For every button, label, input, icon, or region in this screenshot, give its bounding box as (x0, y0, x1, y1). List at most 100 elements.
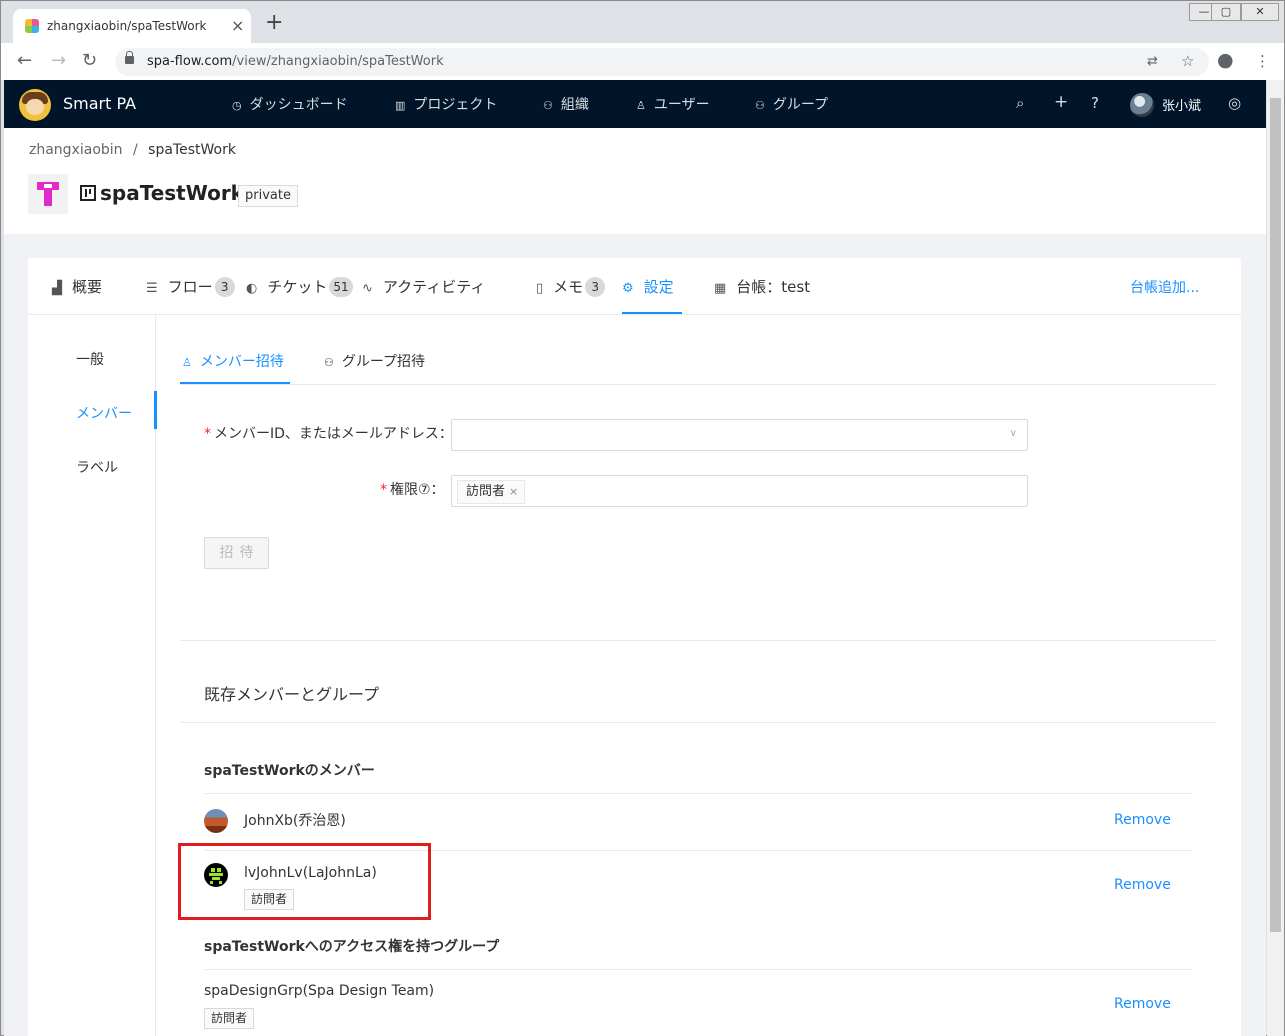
user-icon: ♙ (182, 356, 192, 369)
subtab-invite-member[interactable]: ♙ メンバー招待 (182, 351, 284, 371)
remove-group-button[interactable]: Remove (1114, 996, 1171, 1012)
reload-icon[interactable]: ↻ (82, 51, 97, 71)
permission-label: * 権限⑦： (380, 482, 445, 498)
url-path: /view/zhangxiaobin/spaTestWork (232, 54, 444, 69)
nav-users-label: ユーザー (653, 97, 710, 113)
subtab-invite-member-label: メンバー招待 (199, 354, 284, 370)
gear-icon: ⚙ (622, 281, 634, 296)
profile-icon[interactable]: ● (1217, 51, 1234, 70)
group-icon: ⚇ (755, 99, 765, 112)
permission-select[interactable]: 訪問者 × (451, 475, 1028, 507)
tab-tickets[interactable]: ◐ チケット 51 (246, 276, 353, 297)
remove-chip-icon[interactable]: × (509, 485, 518, 498)
permission-label-text: 権限⑦： (390, 482, 445, 498)
browser-menu-icon[interactable]: ⋮ (1255, 52, 1270, 70)
lock-icon (125, 51, 134, 64)
current-username[interactable]: 张小斌 (1162, 95, 1201, 114)
page-scrollbar[interactable] (1267, 80, 1284, 1036)
chart-icon: ▟ (52, 281, 62, 296)
forward-arrow-icon[interactable]: → (51, 51, 66, 71)
tab-activity-label: アクティビティ (382, 278, 486, 296)
help-icon[interactable]: ? (1091, 94, 1099, 112)
groups-list-title: spaTestWorkへのアクセス権を持つグループ (204, 939, 500, 955)
brand-name[interactable]: Smart PA (63, 94, 136, 113)
project-title: spaTestWork (80, 181, 244, 205)
nav-groups-label: グループ (772, 97, 829, 113)
tab-memo[interactable]: ▯ メモ 3 (536, 276, 606, 297)
member-id-select[interactable]: ∨ (451, 419, 1028, 451)
group-icon: ⚇ (324, 356, 334, 369)
permission-chip: 訪問者 × (457, 480, 526, 504)
add-ledger-link[interactable]: 台帳追加... (1130, 277, 1199, 297)
subtab-invite-group[interactable]: ⚇ グループ招待 (324, 351, 425, 371)
row-divider (204, 969, 1192, 970)
tab-overview[interactable]: ▟ 概要 (52, 276, 102, 297)
tab-tickets-label: チケット (267, 278, 328, 296)
subtab-invite-group-label: グループ招待 (341, 354, 426, 370)
active-tab-indicator (622, 312, 682, 314)
address-bar[interactable]: spa-flow.com/view/zhangxiaobin/spaTestWo… (115, 48, 1209, 76)
user-avatar[interactable] (1130, 93, 1154, 117)
member-avatar (204, 809, 228, 833)
permission-chip-label: 訪問者 (466, 484, 506, 499)
browser-tab[interactable]: zhangxiaobin/spaTestWork × (13, 9, 251, 43)
tab-settings-label: 設定 (643, 278, 674, 296)
page-header: zhangxiaobin / spaTestWork spaTestWork p… (4, 128, 1266, 234)
member-id-label: * メンバーID、またはメールアドレス： (204, 426, 453, 442)
maximize-window-icon[interactable]: ▢ (1211, 3, 1241, 21)
breadcrumb-owner[interactable]: zhangxiaobin (29, 142, 123, 158)
nav-organizations[interactable]: ⚇ 組織 (543, 94, 589, 114)
nav-users[interactable]: ♙ ユーザー (636, 94, 710, 114)
flow-icon: ☰ (146, 281, 158, 296)
settings-menu-labels[interactable]: ラベル (76, 457, 118, 477)
invite-button[interactable]: 招待 (204, 537, 269, 569)
visibility-badge: private (238, 185, 298, 207)
nav-projects[interactable]: ▥ プロジェクト (395, 94, 497, 114)
active-subtab-indicator (180, 382, 290, 384)
address-url: spa-flow.com/view/zhangxiaobin/spaTestWo… (147, 54, 444, 69)
remove-member-button[interactable]: Remove (1114, 812, 1171, 828)
memo-icon: ▯ (536, 281, 544, 296)
members-settings: ♙ メンバー招待 ⚇ グループ招待 * メンバーID、またはメールアドレス： ∨ * 権… (180, 315, 1216, 1036)
nav-dashboard[interactable]: ◷ ダッシュボード (232, 94, 348, 114)
site-favicon-icon (25, 19, 39, 33)
project-icon: ▥ (395, 99, 406, 112)
close-window-icon[interactable]: ✕ (1241, 3, 1279, 21)
project-avatar (28, 174, 68, 214)
group-name: spaDesignGrp(Spa Design Team) (204, 983, 435, 999)
remove-member-button[interactable]: Remove (1114, 877, 1171, 893)
breadcrumb-project[interactable]: spaTestWork (148, 142, 236, 158)
tab-settings[interactable]: ⚙ 設定 (622, 276, 674, 297)
member-id-label-text: メンバーID、またはメールアドレス： (214, 426, 453, 442)
settings-menu-active-indicator (154, 391, 157, 429)
member-name: JohnXb(乔治恩) (244, 813, 346, 829)
existing-members-title: 既存メンバーとグループ (204, 685, 380, 704)
scrollbar-thumb[interactable] (1270, 98, 1281, 932)
language-globe-icon[interactable]: ◎ (1228, 94, 1241, 112)
tab-activity[interactable]: ∿ アクティビティ (362, 276, 485, 297)
project-name: spaTestWork (100, 181, 244, 205)
tab-flow[interactable]: ☰ フロー 3 (146, 276, 235, 297)
dashboard-icon: ◷ (232, 99, 242, 112)
activity-icon: ∿ (362, 281, 373, 296)
ticket-icon: ◐ (246, 281, 258, 296)
nav-groups[interactable]: ⚇ グループ (755, 94, 828, 114)
organization-icon: ⚇ (543, 99, 553, 112)
invite-subtabs: ♙ メンバー招待 ⚇ グループ招待 (180, 315, 1216, 385)
back-arrow-icon[interactable]: ← (17, 51, 32, 71)
top-navigation: Smart PA ◷ ダッシュボード ▥ プロジェクト ⚇ 組織 ♙ ユーザー ⚇ グルー… (4, 80, 1266, 128)
settings-menu-members[interactable]: メンバー (76, 403, 132, 423)
close-tab-icon[interactable]: × (231, 16, 244, 35)
settings-menu-general[interactable]: 一般 (76, 349, 104, 369)
tab-ledger-label: 台帳：test (736, 278, 811, 296)
translate-icon[interactable]: ⇄ (1147, 53, 1158, 71)
add-icon[interactable]: + (1054, 92, 1068, 112)
nav-projects-label: プロジェクト (413, 97, 498, 113)
search-icon[interactable]: ⌕ (1016, 94, 1024, 112)
breadcrumb: zhangxiaobin / spaTestWork (29, 142, 236, 158)
new-tab-icon[interactable]: + (265, 12, 283, 34)
chevron-down-icon: ∨ (1009, 428, 1017, 439)
bookmark-star-icon[interactable]: ☆ (1181, 52, 1194, 70)
tab-ledger-test[interactable]: ▦ 台帳：test (714, 276, 810, 297)
smart-pa-logo[interactable] (19, 89, 51, 121)
